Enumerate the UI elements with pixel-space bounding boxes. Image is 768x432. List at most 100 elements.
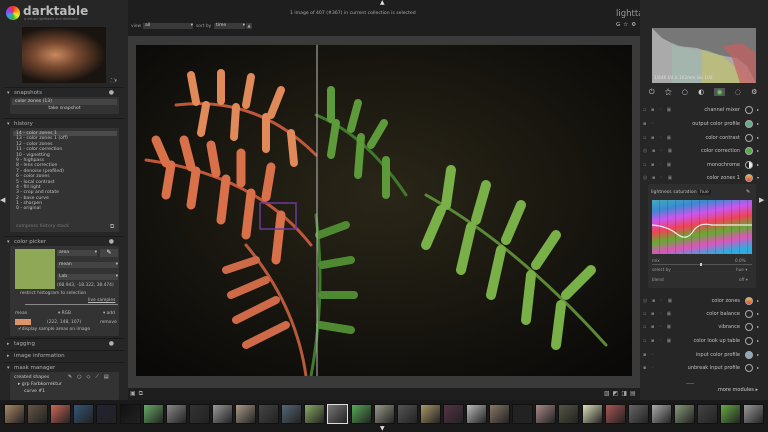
- tab-lightness[interactable]: lightness: [651, 190, 672, 195]
- snapshots-header[interactable]: ▾ snapshots ●: [4, 87, 124, 97]
- filmstrip-thumbnail[interactable]: [535, 404, 557, 424]
- filmstrip-thumbnail[interactable]: [73, 404, 95, 424]
- mix-slider[interactable]: [652, 263, 752, 266]
- tab-saturation[interactable]: saturation: [673, 190, 696, 195]
- more-modules-button[interactable]: more modules ▸: [718, 387, 758, 393]
- top-collapse-arrow[interactable]: ▲: [380, 0, 385, 6]
- color-zones-curve-graph[interactable]: [652, 200, 752, 254]
- mask-tools-icons[interactable]: ✎○◇⟋▤: [68, 374, 114, 380]
- picker-colorspace-select[interactable]: Lab ▾: [57, 274, 118, 280]
- module-color-correction[interactable]: ◎ ▪ ◦ ▣ color correction ▸: [643, 144, 763, 157]
- view-filter-select[interactable]: all ▾: [143, 23, 193, 29]
- reset-icon[interactable]: ●: [109, 339, 114, 349]
- color-correction-icon: [745, 146, 753, 155]
- filmstrip-thumbnail[interactable]: [188, 404, 210, 424]
- scroll-handle[interactable]: [686, 383, 694, 384]
- history-item[interactable]: 0 - original: [13, 206, 117, 211]
- filmstrip-thumbnail[interactable]: [304, 404, 326, 424]
- module-channel-mixer[interactable]: ▫ ▪ ◦ ▣ channel mixer ▸: [643, 103, 763, 116]
- module-color-contrast[interactable]: ▫ ▪ ◦ ▣ color contrast ▸: [643, 131, 763, 144]
- display-samples-checkbox[interactable]: ✔display sample areas on image: [18, 327, 90, 332]
- filmstrip-thumbnail[interactable]: [466, 404, 487, 424]
- histogram-exif: 1/640 f/4.0 102mm iso 100: [654, 76, 713, 81]
- bottom-collapse-arrow[interactable]: ▼: [380, 425, 385, 432]
- filmstrip-thumbnail[interactable]: [489, 404, 511, 424]
- filmstrip-thumbnail[interactable]: [27, 404, 49, 424]
- filmstrip-thumbnail[interactable]: [673, 404, 695, 424]
- filmstrip-thumbnail[interactable]: [627, 404, 649, 424]
- filmstrip-thumbnail[interactable]: [396, 404, 418, 424]
- history-header[interactable]: ▾ history: [4, 118, 124, 128]
- filmstrip-thumbnail[interactable]: [4, 404, 25, 424]
- module-output-color-profile[interactable]: ▪ ◦ output color profile ▸: [643, 117, 763, 130]
- filmstrip-thumbnail[interactable]: [119, 404, 141, 424]
- color-zones-picker-icon[interactable]: ✎: [746, 189, 750, 195]
- picker-stat-select[interactable]: mean ▾: [57, 262, 118, 268]
- module-vibrance[interactable]: ▫ ▪ ◦ ▣ vibrance ▸: [643, 320, 763, 333]
- module-unbreak-input-profile[interactable]: ▪ ◦ unbreak input profile ▸: [643, 361, 763, 374]
- filmstrip-thumbnail[interactable]: [697, 404, 718, 424]
- create-style-icon[interactable]: ⧉: [110, 223, 114, 231]
- filmstrip-thumbnail[interactable]: [558, 404, 580, 424]
- module-color-look-up-table[interactable]: ▫ ▪ ◦ ▣ color look up table ▸: [643, 334, 763, 347]
- blend-dropdown[interactable]: off ▾: [739, 277, 748, 282]
- picked-color-swatch: [15, 249, 55, 289]
- module-input-color-profile[interactable]: ▪ ◦ input color profile ▸: [643, 348, 763, 361]
- filmstrip-thumbnail[interactable]: [512, 404, 534, 424]
- mix-value[interactable]: 0.0%: [735, 258, 746, 263]
- histogram[interactable]: [652, 28, 756, 83]
- global-icons[interactable]: G☆⚙: [616, 22, 639, 28]
- filmstrip-thumbnail[interactable]: [350, 404, 372, 424]
- module-color-balance[interactable]: ▫ ▪ ◦ ▣ color balance ▸: [643, 307, 763, 320]
- color-picker-header[interactable]: ▾ color picker ●: [4, 236, 124, 246]
- restrict-histogram-toggle[interactable]: restrict histogram to selection: [20, 291, 86, 296]
- tab-hue[interactable]: hue: [698, 190, 711, 195]
- filmstrip-thumbnail[interactable]: [281, 404, 303, 424]
- picker-mode-select[interactable]: area ▾: [57, 250, 97, 256]
- navigation-thumbnail[interactable]: [22, 27, 106, 83]
- filmstrip-thumbnail[interactable]: [720, 404, 742, 424]
- tagging-header[interactable]: ▸ tagging ●: [4, 338, 124, 348]
- filmstrip-thumbnail[interactable]: [50, 404, 72, 424]
- filmstrip-thumbnail[interactable]: [442, 404, 464, 424]
- live-space-select[interactable]: ▾ RGB: [58, 311, 71, 316]
- sort-select[interactable]: time ▾: [214, 23, 245, 29]
- filmstrip-thumbnail[interactable]: [327, 404, 349, 424]
- center-bottom-left-icons[interactable]: ▣⧉: [130, 390, 146, 398]
- filmstrip-thumbnail[interactable]: [581, 404, 603, 424]
- filmstrip-thumbnail[interactable]: [258, 404, 280, 424]
- module-color-zones-1[interactable]: ◎ ▪ ◦ ▣ color zones 1 ▾: [643, 171, 763, 184]
- filmstrip-thumbnail[interactable]: [419, 404, 441, 424]
- live-stat-select[interactable]: mean: [15, 311, 27, 316]
- take-snapshot-button[interactable]: take snapshot: [12, 106, 117, 111]
- sort-order-button[interactable]: ▲: [246, 23, 252, 29]
- zoom-fit-icon[interactable]: ⛶▾: [111, 78, 117, 84]
- remove-sample-button[interactable]: remove: [100, 320, 117, 325]
- filmstrip-thumbnail[interactable]: [650, 404, 672, 424]
- filmstrip-thumbnail[interactable]: [96, 404, 118, 424]
- color-picker-icon[interactable]: ✎: [100, 249, 118, 257]
- module-monochrome[interactable]: ▫ ▪ ◦ ▣ monochrome ▸: [643, 158, 763, 171]
- mask-curve-item[interactable]: curve #1: [24, 389, 45, 394]
- filmstrip-thumbnail[interactable]: [211, 404, 233, 424]
- select-by-dropdown[interactable]: hue ▾: [736, 267, 747, 272]
- filmstrip-thumbnail[interactable]: [743, 404, 765, 424]
- main-image[interactable]: [136, 45, 632, 376]
- blend-label: blend: [652, 277, 664, 282]
- filmstrip-thumbnail[interactable]: [235, 404, 256, 424]
- snapshot-item[interactable]: color zones (13): [12, 99, 117, 105]
- filmstrip-thumbnail[interactable]: [604, 404, 626, 424]
- filmstrip-thumbnail[interactable]: [165, 404, 187, 424]
- right-collapse-arrow[interactable]: ▶: [759, 196, 764, 204]
- mask-manager-header[interactable]: ▾ mask manager: [4, 362, 124, 372]
- add-sample-button[interactable]: ▾ add: [103, 311, 115, 316]
- left-collapse-arrow[interactable]: ◀: [0, 196, 5, 204]
- filmstrip-thumbnail[interactable]: [142, 404, 164, 424]
- image-information-header[interactable]: ▸ image information: [4, 350, 124, 360]
- filmstrip-thumbnail[interactable]: [373, 404, 395, 424]
- center-bottom-right-icons[interactable]: ▧◩◨▤: [604, 390, 639, 397]
- compress-history-button[interactable]: compress history stack: [16, 224, 69, 229]
- mask-group-item[interactable]: ▸ grp Farbkorrektur: [18, 382, 62, 387]
- module-color-zones[interactable]: ◎ ▪ ◦ ▣ color zones ▸: [643, 294, 763, 307]
- module-group-tabs[interactable]: ⏻ ⚝ ○ ◐ ◉ ◌ ⚙: [649, 88, 757, 97]
